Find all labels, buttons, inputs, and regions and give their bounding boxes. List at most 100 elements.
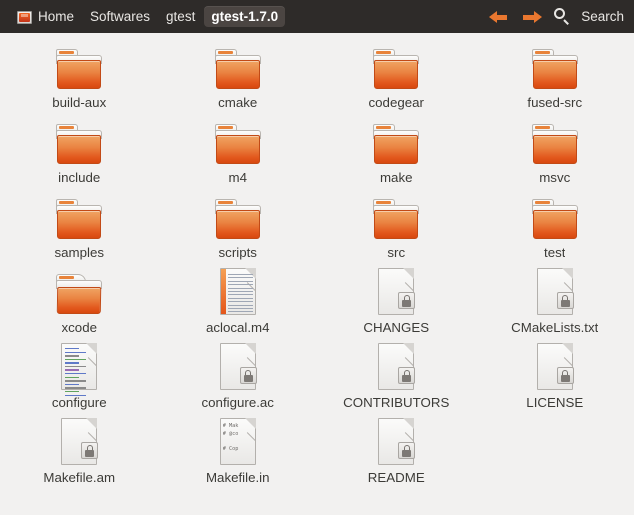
home-folder-icon — [16, 9, 33, 25]
folder-icon — [55, 124, 103, 166]
file-label: samples — [54, 245, 104, 260]
breadcrumb-item-home[interactable]: Home — [9, 6, 81, 28]
file-item[interactable]: README — [326, 416, 466, 491]
file-item[interactable]: aclocal.m4 — [168, 266, 308, 341]
file-icon — [214, 116, 262, 166]
breadcrumb-item-gtest[interactable]: gtest — [159, 6, 202, 27]
breadcrumb-label: gtest-1.7.0 — [211, 9, 279, 24]
file-icon — [59, 416, 106, 466]
file-icon — [214, 191, 262, 241]
file-item[interactable]: test — [485, 191, 625, 266]
file-item[interactable]: CHANGES — [326, 266, 466, 341]
file-item[interactable]: CMakeLists.txt — [485, 266, 625, 341]
search-label[interactable]: Search — [581, 9, 624, 24]
folder-icon — [214, 49, 262, 91]
locked-document-icon — [218, 343, 265, 391]
file-icon — [531, 41, 579, 91]
breadcrumb-label: Home — [38, 9, 75, 24]
file-icon — [55, 41, 103, 91]
file-label: src — [387, 245, 406, 260]
breadcrumb-label: gtest — [166, 9, 196, 24]
file-label: make — [379, 170, 413, 185]
search-handle — [563, 19, 570, 25]
locked-document-icon — [535, 343, 582, 391]
breadcrumb-item-softwares[interactable]: Softwares — [83, 6, 157, 27]
file-item[interactable]: configure.ac — [168, 341, 308, 416]
folder-icon — [531, 124, 579, 166]
file-item[interactable]: xcode — [9, 266, 149, 341]
file-label: xcode — [61, 320, 97, 335]
file-item[interactable]: include — [9, 116, 149, 191]
arrow-left-shaft — [495, 14, 508, 20]
arrow-left-icon[interactable] — [489, 8, 510, 26]
arrow-right-icon[interactable] — [521, 8, 543, 26]
file-label: aclocal.m4 — [205, 320, 270, 335]
file-icon: # Mak # @co # Cop — [218, 416, 265, 466]
file-item[interactable]: fused-src — [485, 41, 625, 116]
locked-document-icon — [535, 268, 582, 316]
file-icon — [372, 41, 420, 91]
file-icon — [55, 116, 103, 166]
locked-document-icon — [376, 418, 423, 466]
file-item[interactable]: codegear — [326, 41, 466, 116]
arrow-right-head — [534, 10, 543, 23]
file-item[interactable]: # Mak # @co # Cop Makefile.in — [168, 416, 308, 491]
folder-icon — [372, 124, 420, 166]
lock-icon — [398, 367, 416, 384]
file-icon — [376, 416, 423, 466]
file-icon — [218, 266, 265, 316]
file-item[interactable]: CONTRIBUTORS — [326, 341, 466, 416]
file-label: cmake — [218, 95, 258, 110]
file-icon — [214, 41, 262, 91]
file-item[interactable]: msvc — [485, 116, 625, 191]
file-label: Makefile.in — [205, 470, 270, 485]
file-item[interactable]: src — [326, 191, 466, 266]
file-item[interactable]: cmake — [168, 41, 308, 116]
file-item[interactable]: make — [326, 116, 466, 191]
file-icon — [535, 266, 582, 316]
file-label: msvc — [539, 170, 571, 185]
file-icon — [376, 266, 423, 316]
file-icon — [59, 341, 106, 396]
file-label: configure — [51, 395, 107, 410]
locked-document-icon — [59, 418, 106, 466]
file-icon — [372, 116, 420, 166]
file-label: codegear — [368, 95, 424, 110]
file-item[interactable]: m4 — [168, 116, 308, 191]
search-icon[interactable] — [553, 8, 570, 25]
file-item[interactable]: Makefile.am — [9, 416, 149, 491]
file-icon — [55, 191, 103, 241]
file-icon — [531, 116, 579, 166]
breadcrumb: Home Softwares gtest gtest-1.7.0 — [9, 6, 286, 28]
file-icon — [535, 341, 582, 391]
file-label: include — [58, 170, 101, 185]
file-item[interactable]: scripts — [168, 191, 308, 266]
lock-icon — [556, 367, 574, 384]
file-label: CMakeLists.txt — [511, 320, 599, 335]
file-item[interactable]: LICENSE — [485, 341, 625, 416]
file-item[interactable]: build-aux — [9, 41, 149, 116]
file-label: scripts — [218, 245, 257, 260]
pathbar-actions: Search — [489, 8, 626, 26]
file-label: fused-src — [527, 95, 583, 110]
file-label: test — [544, 245, 566, 260]
folder-icon — [214, 124, 262, 166]
code-lines — [65, 348, 92, 396]
file-label: build-aux — [52, 95, 107, 110]
search-lens — [554, 8, 566, 19]
lock-icon — [398, 442, 416, 459]
file-icon — [376, 341, 423, 391]
file-icon — [372, 191, 420, 241]
text-preview-document-icon: # Mak # @co # Cop — [218, 418, 265, 466]
breadcrumb-item-gtest-1-7-0[interactable]: gtest-1.7.0 — [204, 6, 286, 27]
accent-bar — [220, 269, 226, 314]
folder-icon — [372, 49, 420, 91]
file-label: README — [367, 470, 425, 485]
file-item[interactable]: configure — [9, 341, 149, 416]
file-label: LICENSE — [526, 395, 584, 410]
file-icon — [218, 341, 265, 391]
file-item[interactable]: samples — [9, 191, 149, 266]
file-label: m4 — [228, 170, 247, 185]
lock-icon — [239, 367, 257, 384]
file-icon-grid: build-aux cmake codegear fused-src include m4… — [0, 33, 634, 491]
